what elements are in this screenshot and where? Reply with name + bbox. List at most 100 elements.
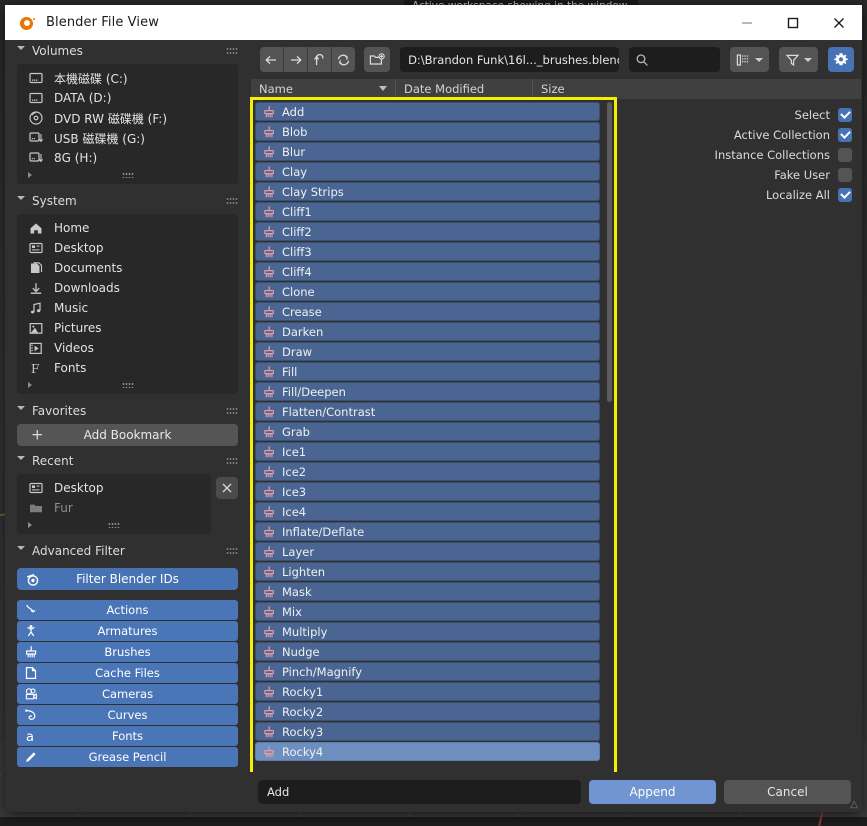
recent-resize-handle[interactable] bbox=[17, 518, 211, 532]
file-list-row[interactable]: Clay Strips bbox=[255, 182, 600, 201]
id-filter-armatures[interactable]: Armatures bbox=[17, 621, 238, 641]
file-list-row[interactable]: Nudge bbox=[255, 642, 600, 661]
window-titlebar[interactable]: Blender File View bbox=[5, 5, 862, 40]
panel-header-system[interactable]: System bbox=[5, 190, 250, 212]
add-bookmark-button[interactable]: + Add Bookmark bbox=[17, 424, 238, 446]
file-list-row[interactable]: Cliff2 bbox=[255, 222, 600, 241]
grip-icon[interactable] bbox=[226, 457, 238, 465]
sidebar-item-pictures[interactable]: Pictures bbox=[17, 318, 238, 338]
sidebar-item-usb-g[interactable]: USB 磁碟機 (G:) bbox=[17, 128, 238, 148]
file-list-row[interactable]: Grab bbox=[255, 422, 600, 441]
file-list-row[interactable]: Ice1 bbox=[255, 442, 600, 461]
display-mode-dropdown[interactable] bbox=[730, 47, 769, 72]
option-checkbox[interactable] bbox=[838, 188, 852, 202]
resize-corner-icon[interactable]: △ bbox=[850, 799, 858, 810]
file-list-row[interactable]: Layer bbox=[255, 542, 600, 561]
back-button[interactable] bbox=[260, 47, 284, 72]
file-list-row[interactable]: Add bbox=[255, 102, 600, 121]
cancel-button[interactable]: Cancel bbox=[724, 780, 851, 804]
grip-icon[interactable] bbox=[226, 197, 238, 205]
file-list-scrollbar[interactable] bbox=[607, 102, 612, 402]
file-list-row[interactable]: Draw bbox=[255, 342, 600, 361]
sidebar-item-drive-c[interactable]: 本機磁碟 (C:) bbox=[17, 68, 238, 88]
forward-button[interactable] bbox=[284, 47, 308, 72]
sidebar-item-dvd-f[interactable]: DVD RW 磁碟機 (F:) bbox=[17, 108, 238, 128]
sidebar-item-downloads[interactable]: Downloads bbox=[17, 278, 238, 298]
append-button[interactable]: Append bbox=[589, 780, 716, 804]
clear-recent-button[interactable] bbox=[216, 477, 238, 499]
file-list-row[interactable]: Mix bbox=[255, 602, 600, 621]
file-list-row[interactable]: Rocky4 bbox=[255, 742, 600, 761]
file-list-row[interactable]: Fill bbox=[255, 362, 600, 381]
id-filter-brushes[interactable]: Brushes bbox=[17, 642, 238, 662]
id-filter-grease-pencil[interactable]: Grease Pencil bbox=[17, 747, 238, 767]
option-row[interactable]: Localize All bbox=[682, 185, 852, 205]
file-list-row[interactable]: Cliff4 bbox=[255, 262, 600, 281]
system-resize-handle[interactable] bbox=[17, 378, 238, 392]
id-filter-fonts[interactable]: a Fonts bbox=[17, 726, 238, 746]
file-list-row[interactable]: Rocky1 bbox=[255, 682, 600, 701]
file-list-row[interactable]: Multiply bbox=[255, 622, 600, 641]
file-list-row[interactable]: Darken bbox=[255, 322, 600, 341]
file-list-row[interactable]: Rocky2 bbox=[255, 702, 600, 721]
panel-header-volumes[interactable]: Volumes bbox=[5, 40, 250, 62]
panel-header-advanced-filter[interactable]: Advanced Filter bbox=[5, 540, 250, 562]
filename-input[interactable]: Add bbox=[258, 780, 581, 804]
file-list-row[interactable]: Ice4 bbox=[255, 502, 600, 521]
recent-item-fur[interactable]: Fur bbox=[17, 498, 211, 518]
panel-header-favorites[interactable]: Favorites bbox=[5, 400, 250, 422]
maximize-button[interactable] bbox=[770, 5, 816, 40]
sidebar-item-videos[interactable]: Videos bbox=[17, 338, 238, 358]
id-filter-actions[interactable]: Actions bbox=[17, 600, 238, 620]
option-checkbox[interactable] bbox=[838, 128, 852, 142]
option-row[interactable]: Active Collection bbox=[682, 125, 852, 145]
file-list-row[interactable]: Mask bbox=[255, 582, 600, 601]
file-list-row[interactable]: Ice2 bbox=[255, 462, 600, 481]
grip-icon[interactable] bbox=[122, 172, 134, 178]
minimize-button[interactable] bbox=[724, 5, 770, 40]
option-row[interactable]: Select bbox=[682, 105, 852, 125]
file-list-row[interactable]: Clone bbox=[255, 282, 600, 301]
parent-directory-button[interactable] bbox=[308, 47, 332, 72]
option-row[interactable]: Fake User bbox=[682, 165, 852, 185]
filter-dropdown[interactable] bbox=[779, 47, 818, 72]
grip-icon[interactable] bbox=[122, 382, 134, 388]
file-list-row[interactable]: Lighten bbox=[255, 562, 600, 581]
file-list-row[interactable]: Flatten/Contrast bbox=[255, 402, 600, 421]
id-filter-cache-files[interactable]: Cache Files bbox=[17, 663, 238, 683]
grip-icon[interactable] bbox=[226, 47, 238, 55]
settings-button[interactable] bbox=[828, 47, 854, 72]
refresh-button[interactable] bbox=[332, 47, 356, 72]
id-filter-cameras[interactable]: Cameras bbox=[17, 684, 238, 704]
sidebar-item-fonts[interactable]: F Fonts bbox=[17, 358, 238, 378]
sidebar-item-home[interactable]: Home bbox=[17, 218, 238, 238]
new-folder-button[interactable] bbox=[364, 47, 390, 72]
close-button[interactable] bbox=[816, 5, 862, 40]
id-filter-curves[interactable]: Curves bbox=[17, 705, 238, 725]
file-list-row[interactable]: Pinch/Magnify bbox=[255, 662, 600, 681]
file-list-row[interactable]: Blur bbox=[255, 142, 600, 161]
grip-icon[interactable] bbox=[108, 522, 120, 528]
file-list-row[interactable]: Inflate/Deflate bbox=[255, 522, 600, 541]
recent-item-desktop[interactable]: Desktop bbox=[17, 478, 211, 498]
file-list-row[interactable]: Cliff1 bbox=[255, 202, 600, 221]
option-row[interactable]: Instance Collections bbox=[682, 145, 852, 165]
grip-icon[interactable] bbox=[226, 547, 238, 555]
file-browser-sidebar[interactable]: Volumes 本機磁碟 (C:) DATA (D:) bbox=[5, 40, 250, 812]
column-header-name[interactable]: Name bbox=[251, 79, 396, 99]
filter-blender-ids-toggle[interactable]: Filter Blender IDs bbox=[17, 568, 238, 590]
file-list-row[interactable]: Blob bbox=[255, 122, 600, 141]
file-list-row[interactable]: Ice3 bbox=[255, 482, 600, 501]
option-checkbox[interactable] bbox=[838, 148, 852, 162]
sidebar-item-usb-h[interactable]: 8G (H:) bbox=[17, 148, 238, 168]
sidebar-item-documents[interactable]: Documents bbox=[17, 258, 238, 278]
file-list-row[interactable]: Clay bbox=[255, 162, 600, 181]
search-input[interactable] bbox=[629, 47, 720, 72]
volumes-resize-handle[interactable] bbox=[17, 168, 238, 182]
file-list-row[interactable]: Fill/Deepen bbox=[255, 382, 600, 401]
file-list[interactable]: AddBlobBlurClayClay StripsCliff1Cliff2Cl… bbox=[253, 100, 614, 803]
column-header-size[interactable]: Size bbox=[533, 79, 623, 99]
file-list-row[interactable]: Crease bbox=[255, 302, 600, 321]
panel-header-recent[interactable]: Recent bbox=[5, 450, 250, 472]
option-checkbox[interactable] bbox=[838, 168, 852, 182]
